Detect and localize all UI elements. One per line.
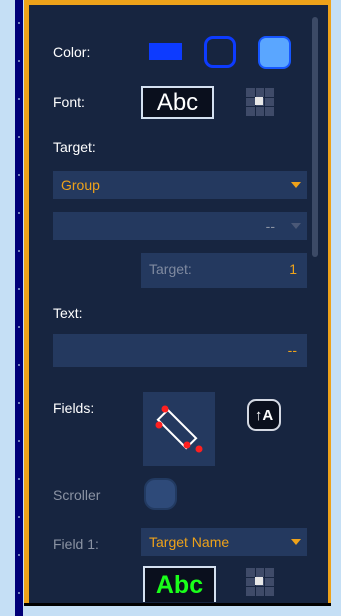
field1-label: Field 1:: [53, 536, 99, 552]
bottom-strip: [24, 603, 331, 616]
fields-label: Fields:: [53, 400, 95, 416]
text-input-value: --: [287, 342, 297, 358]
text-input[interactable]: --: [53, 334, 307, 367]
target-value-dropdown[interactable]: --: [53, 212, 307, 240]
alignment-grid-icon[interactable]: [246, 88, 274, 116]
target-number-label: Target:: [149, 261, 192, 277]
field1-dropdown[interactable]: Target Name: [141, 528, 307, 556]
auto-arrange-button[interactable]: ↑A: [247, 399, 281, 431]
field1-value: Target Name: [149, 534, 230, 550]
font-label: Font:: [53, 94, 85, 110]
left-edge-bar: [15, 0, 23, 616]
target-number-field[interactable]: Target: 1: [141, 253, 307, 288]
font-preview-button[interactable]: Abc: [141, 86, 214, 119]
target-type-dropdown[interactable]: Group: [53, 171, 307, 199]
target-label: Target:: [53, 139, 96, 155]
target-number-value: 1: [289, 261, 297, 277]
text-label: Text:: [53, 305, 83, 321]
color-swatch-rounded[interactable]: [258, 36, 291, 69]
fields-rotate-icon[interactable]: [143, 392, 215, 466]
field1-font-preview-button[interactable]: Abc: [143, 566, 216, 602]
scroller-toggle[interactable]: [144, 478, 177, 510]
color-swatch-outline[interactable]: [204, 36, 236, 68]
target-value-text: --: [265, 218, 275, 234]
color-label: Color:: [53, 44, 91, 60]
field1-alignment-grid-icon[interactable]: [246, 568, 274, 596]
chevron-down-icon[interactable]: [285, 171, 307, 199]
scroller-label: Scroller: [53, 487, 101, 503]
chevron-down-icon[interactable]: [285, 528, 307, 556]
panel-scrollbar[interactable]: [312, 17, 318, 257]
color-swatch-fill[interactable]: [149, 43, 182, 60]
chevron-down-icon[interactable]: [285, 212, 307, 240]
target-type-value: Group: [61, 177, 100, 193]
